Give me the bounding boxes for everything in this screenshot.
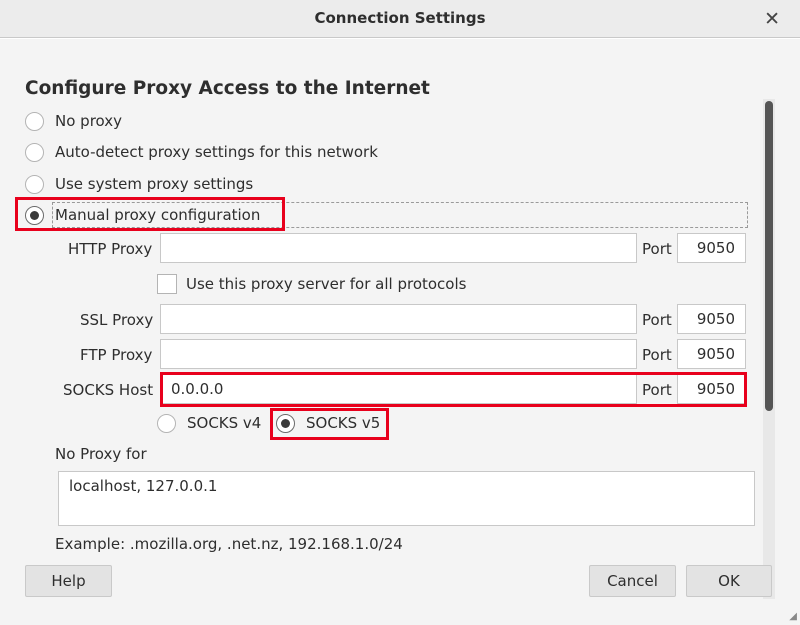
all-protocols-label: Use this proxy server for all protocols — [186, 275, 467, 293]
http-proxy-label: HTTP Proxy — [68, 240, 153, 258]
help-button[interactable]: Help — [25, 565, 112, 597]
http-port-label: Port — [642, 240, 672, 258]
section-heading: Configure Proxy Access to the Internet — [25, 78, 430, 99]
http-port-input[interactable]: 9050 — [677, 233, 746, 263]
ssl-port-label: Port — [642, 311, 672, 329]
http-proxy-input[interactable] — [160, 233, 637, 263]
highlight-box-socks-v5 — [270, 408, 389, 440]
socks-host-label: SOCKS Host — [63, 381, 154, 399]
radio-label: No proxy — [55, 112, 122, 130]
cancel-button[interactable]: Cancel — [589, 565, 676, 597]
ssl-proxy-label: SSL Proxy — [80, 311, 154, 329]
window-title: Connection Settings — [314, 9, 486, 27]
dialog-content: Configure Proxy Access to the Internet N… — [0, 39, 800, 625]
scrollbar-thumb[interactable] — [765, 101, 773, 411]
no-proxy-textarea[interactable]: localhost, 127.0.0.1 — [58, 471, 755, 526]
ftp-port-label: Port — [642, 346, 672, 364]
ok-button[interactable]: OK — [686, 565, 772, 597]
radio-label: Auto-detect proxy settings for this netw… — [55, 143, 378, 161]
title-bar: Connection Settings ✕ — [0, 0, 800, 38]
all-protocols-checkbox[interactable] — [157, 274, 177, 294]
radio-icon[interactable] — [25, 142, 44, 162]
ssl-proxy-input[interactable] — [160, 304, 637, 334]
ftp-proxy-input[interactable] — [160, 339, 637, 369]
highlight-box-manual — [15, 197, 285, 231]
no-proxy-label: No Proxy for — [55, 445, 147, 463]
radio-system-proxy[interactable]: Use system proxy settings — [25, 172, 253, 196]
radio-label: Use system proxy settings — [55, 175, 254, 193]
radio-auto-detect[interactable]: Auto-detect proxy settings for this netw… — [25, 140, 378, 164]
close-icon[interactable]: ✕ — [764, 8, 780, 30]
radio-icon[interactable] — [25, 174, 44, 194]
ftp-proxy-label: FTP Proxy — [80, 346, 153, 364]
radio-icon[interactable] — [157, 413, 176, 433]
highlight-box-socks — [160, 372, 747, 407]
radio-label: SOCKS v4 — [187, 414, 262, 432]
ftp-port-input[interactable]: 9050 — [677, 339, 746, 369]
radio-socks-v4[interactable]: SOCKS v4 — [157, 411, 261, 435]
radio-no-proxy[interactable]: No proxy — [25, 109, 122, 133]
resize-grip-icon[interactable]: ◢ — [789, 611, 797, 622]
ssl-port-input[interactable]: 9050 — [677, 304, 746, 334]
radio-icon[interactable] — [25, 111, 44, 131]
example-text: Example: .mozilla.org, .net.nz, 192.168.… — [55, 535, 403, 553]
